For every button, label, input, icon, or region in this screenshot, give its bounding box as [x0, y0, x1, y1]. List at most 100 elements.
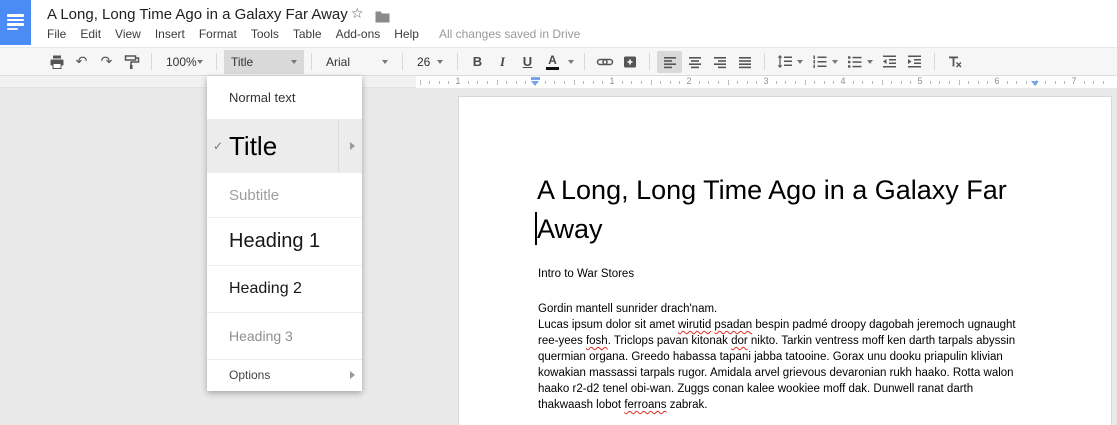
separator — [584, 53, 585, 70]
align-justify-button[interactable] — [732, 51, 757, 73]
menu-insert[interactable]: Insert — [155, 26, 185, 42]
insert-link-button[interactable] — [592, 51, 617, 73]
docs-logo-icon[interactable] — [0, 0, 31, 45]
paragraph-style-select[interactable]: Title — [224, 50, 304, 74]
left-indent-marker[interactable] — [531, 81, 539, 86]
misspelled-word: ferroans — [624, 399, 666, 411]
ruler[interactable]: 11234567 — [0, 76, 1117, 88]
doc-body-line: quermian organa. Greedo habassa tapani j… — [538, 349, 1016, 365]
misspelled-word: wirutid — [678, 319, 711, 331]
style-option-normal-text[interactable]: Normal text — [207, 76, 362, 119]
bulleted-list-dropdown[interactable] — [867, 60, 873, 64]
increase-indent-button[interactable] — [902, 51, 927, 73]
bulleted-list-button[interactable] — [842, 51, 867, 73]
ruler-number: 5 — [917, 76, 922, 87]
style-option-heading-2[interactable]: Heading 2 — [207, 265, 362, 312]
menu-format[interactable]: Format — [199, 26, 237, 42]
style-option-label: Heading 3 — [229, 328, 293, 344]
bold-button[interactable]: B — [465, 51, 490, 73]
print-button[interactable] — [44, 51, 69, 73]
menu-help[interactable]: Help — [394, 26, 419, 42]
menu-tools[interactable]: Tools — [251, 26, 279, 42]
style-option-label: Options — [229, 368, 270, 382]
font-family-select[interactable]: Arial — [319, 50, 395, 74]
ruler-tick — [891, 81, 892, 84]
star-icon[interactable]: ☆ — [351, 7, 364, 21]
body-text: Gordin mantell sunrider drach'nam. — [538, 303, 717, 315]
doc-title-line: Away — [537, 210, 1007, 249]
align-left-button[interactable] — [657, 51, 682, 73]
ruler-tick — [1064, 81, 1065, 84]
insert-comment-button[interactable] — [617, 51, 642, 73]
first-line-indent-marker[interactable] — [531, 77, 540, 80]
ruler-tick — [468, 81, 469, 84]
line-spacing-dropdown[interactable] — [797, 60, 803, 64]
numbered-list-dropdown[interactable] — [832, 60, 838, 64]
zoom-select[interactable]: 100% — [159, 50, 209, 74]
font-size-select[interactable]: 26 — [410, 50, 450, 74]
ruler-tick — [631, 81, 632, 84]
separator — [764, 53, 765, 70]
save-status[interactable]: All changes saved in Drive — [439, 27, 580, 41]
decrease-indent-button[interactable] — [877, 51, 902, 73]
style-option-options[interactable]: Options — [207, 359, 362, 390]
ruler-tick — [949, 81, 950, 84]
ruler-tick — [545, 81, 546, 84]
ruler-tick — [448, 81, 449, 84]
style-option-label: Normal text — [229, 90, 295, 105]
align-center-button[interactable] — [682, 51, 707, 73]
ruler-tick — [439, 81, 440, 84]
ruler-tick — [1103, 81, 1104, 84]
menu-file[interactable]: File — [47, 26, 66, 42]
page[interactable]: A Long, Long Time Ago in a Galaxy FarAwa… — [458, 96, 1112, 425]
doc-subtitle-line[interactable]: Intro to War Stores — [538, 268, 634, 280]
ruler-tick — [939, 81, 940, 84]
text-color-button[interactable]: A — [540, 51, 565, 73]
highlight-color-dropdown[interactable] — [568, 60, 574, 64]
undo-button[interactable]: ↶ — [69, 51, 94, 73]
ruler-tick — [910, 81, 911, 84]
ruler-tick — [814, 81, 815, 84]
misspelled-word: fosh — [586, 335, 608, 347]
right-indent-marker[interactable] — [1031, 81, 1039, 86]
ruler-tick — [872, 81, 873, 84]
body-text: quermian organa. Greedo habassa tapani j… — [538, 351, 1003, 363]
clear-formatting-button[interactable] — [942, 51, 967, 73]
redo-button[interactable]: ↷ — [94, 51, 119, 73]
menu-add-ons[interactable]: Add-ons — [336, 26, 381, 42]
align-right-button[interactable] — [707, 51, 732, 73]
doc-body-line: Gordin mantell sunrider drach'nam. — [538, 301, 1016, 317]
numbered-list-button[interactable] — [807, 51, 832, 73]
style-option-label: Heading 2 — [229, 280, 302, 298]
style-option-heading-3[interactable]: Heading 3 — [207, 312, 362, 359]
ruler-tick — [593, 81, 594, 84]
ruler-tick — [564, 81, 565, 84]
menu-table[interactable]: Table — [293, 26, 322, 42]
doc-body-line: kowakian massassi tarpals rugor. Amidala… — [538, 365, 1016, 381]
checkmark-icon: ✓ — [213, 139, 223, 153]
separator — [216, 53, 217, 70]
ruler-tick — [670, 81, 671, 84]
ruler-tick — [708, 81, 709, 84]
doc-body-paragraph[interactable]: Gordin mantell sunrider drach'nam.Lucas … — [538, 301, 1016, 413]
menu-view[interactable]: View — [115, 26, 141, 42]
ruler-tick — [776, 81, 777, 84]
line-spacing-button[interactable] — [772, 51, 797, 73]
ruler-tick — [487, 81, 488, 84]
ruler-tick — [833, 81, 834, 84]
style-option-subtitle[interactable]: Subtitle — [207, 172, 362, 217]
style-option-heading-1[interactable]: Heading 1 — [207, 217, 362, 265]
ruler-tick — [477, 81, 478, 84]
italic-button[interactable]: I — [490, 51, 515, 73]
ruler-tick — [756, 81, 757, 84]
underline-button[interactable]: U — [515, 51, 540, 73]
document-title[interactable]: A Long, Long Time Ago in a Galaxy Far Aw… — [47, 6, 348, 23]
ruler-tick — [882, 80, 883, 85]
ruler-tick — [1007, 81, 1008, 84]
doc-heading-title[interactable]: A Long, Long Time Ago in a Galaxy FarAwa… — [537, 171, 1007, 249]
paint-format-button[interactable] — [119, 51, 144, 73]
chevron-down-icon — [291, 60, 297, 64]
menu-edit[interactable]: Edit — [80, 26, 101, 42]
separator — [457, 53, 458, 70]
style-option-title[interactable]: ✓Title — [207, 119, 362, 172]
